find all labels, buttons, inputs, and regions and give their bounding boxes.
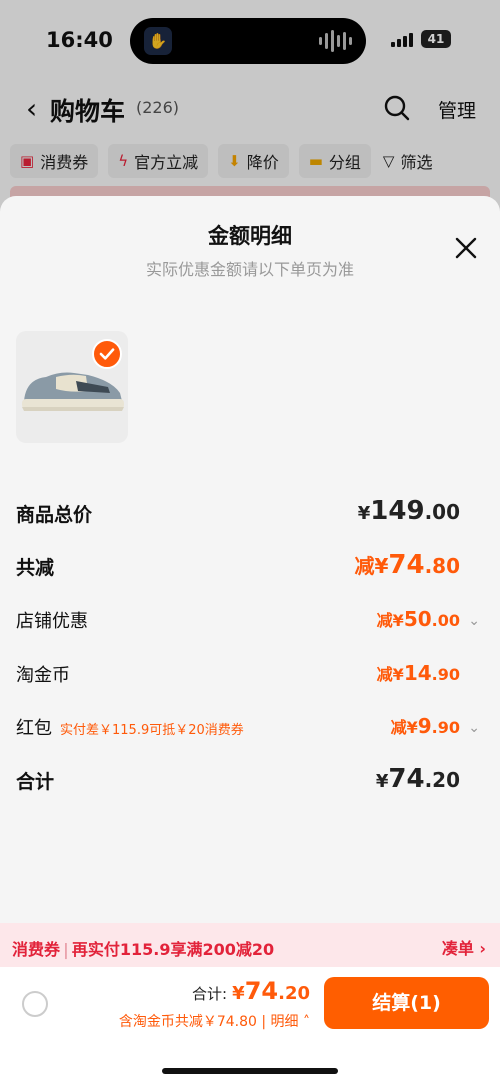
chevron-up-icon: ˄ — [298, 1014, 310, 1030]
sheet-subtitle: 实际优惠金额请以下单页为准 — [145, 260, 354, 279]
close-icon[interactable] — [454, 236, 478, 260]
taojinbi-value: 减¥14.90 — [376, 661, 460, 685]
sheet-title: 金额明细 — [208, 224, 292, 248]
row-red-packet[interactable]: 红包 实付差￥115.9可抵￥20消费券 减¥9.90 ⌄ — [0, 708, 500, 748]
total-discount-value: 减¥74.80 — [354, 550, 460, 580]
row-label: 红包 实付差￥115.9可抵￥20消费券 — [16, 718, 244, 739]
row-label: 合计 — [16, 771, 55, 793]
red-packet-note: 实付差￥115.9可抵￥20消费券 — [60, 723, 244, 738]
row-taojinbi: 淘金币 减¥14.90 — [0, 655, 500, 695]
checkout-bar: 合计: ¥74.20 含淘金币共减￥74.80 | 明细 ˄ 结算(1) — [0, 967, 500, 1087]
checkout-total-value: ¥74.20 — [232, 977, 310, 1005]
coupon-banner-text: 消费券 | 再实付115.9享满200减20 — [12, 940, 275, 959]
chevron-down-icon: ⌄ — [468, 613, 480, 629]
row-total-discount: 共减 减¥74.80 — [0, 547, 500, 587]
coupon-banner[interactable]: 消费券 | 再实付115.9享满200减20 凑单 › — [0, 923, 500, 967]
row-label: 共减 — [16, 557, 55, 579]
row-label: 淘金币 — [16, 665, 70, 686]
total-price-value: ¥149.00 — [357, 496, 460, 526]
select-all-radio[interactable] — [22, 991, 48, 1017]
selected-check-icon[interactable] — [92, 339, 122, 369]
row-store-discount[interactable]: 店铺优惠 减¥50.00 ⌄ — [0, 601, 500, 641]
row-label: 店铺优惠 — [16, 611, 88, 632]
red-packet-value: 减¥9.90 — [390, 714, 460, 738]
row-label: 商品总价 — [16, 504, 93, 526]
detail-toggle[interactable]: 含淘金币共减￥74.80 | 明细 ˄ — [119, 1011, 310, 1031]
row-total-price: 商品总价 ¥149.00 — [0, 494, 500, 534]
checkout-total: 合计: ¥74.20 — [192, 977, 310, 1005]
store-discount-value: 减¥50.00 — [376, 607, 460, 631]
add-items-link[interactable]: 凑单 › — [442, 935, 486, 959]
home-indicator — [162, 1068, 338, 1074]
chevron-down-icon: ⌄ — [468, 720, 480, 736]
row-sum: 合计 ¥74.20 — [0, 761, 500, 801]
checkout-button[interactable]: 结算(1) — [324, 977, 489, 1029]
amount-detail-sheet: 金额明细 实际优惠金额请以下单页为准 商品总价 ¥149.00 共减 减¥74.… — [0, 196, 500, 1087]
sum-value: ¥74.20 — [375, 764, 460, 794]
